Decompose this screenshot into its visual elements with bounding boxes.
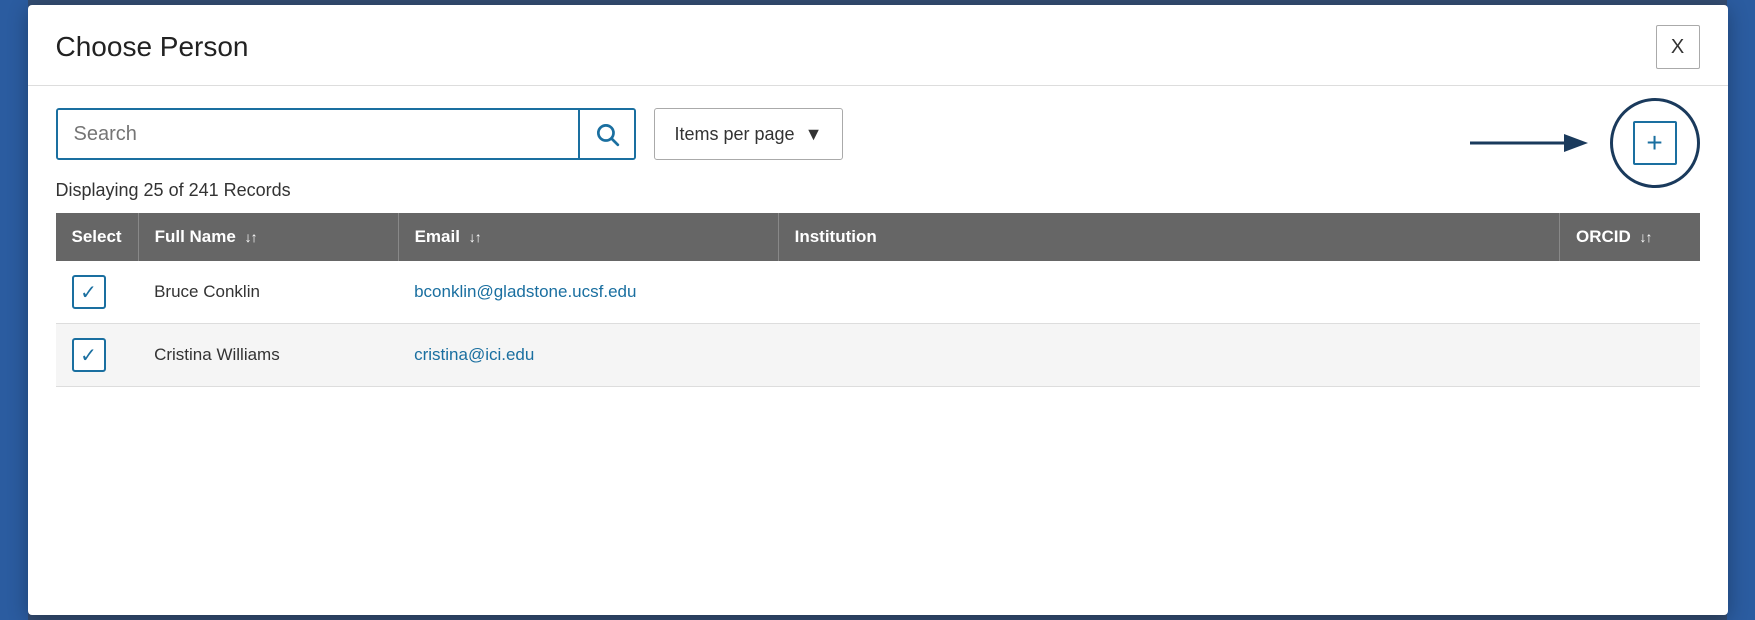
modal-overlay: Choose Person X Items per page ▼ [0,0,1755,620]
select-checkbox-0[interactable]: ✓ [72,275,106,309]
email-link-1[interactable]: cristina@ici.edu [414,345,534,364]
items-per-page-button[interactable]: Items per page ▼ [654,108,844,160]
plus-icon: + [1646,127,1662,159]
arrow-area [1470,125,1590,161]
sort-arrows-email: ↓↑ [469,229,481,245]
table-cell-email-1: cristina@ici.edu [398,324,778,387]
table-cell-orcid-0 [1560,261,1700,324]
person-table: Select Full Name ↓↑ Email ↓↑ Institution [56,213,1700,387]
search-box [56,108,636,160]
table-cell-select-1: ✓ [56,324,139,387]
sort-arrows-fullname: ↓↑ [245,229,257,245]
plus-box: + [1633,121,1677,165]
checkbox-icon-0: ✓ [80,280,97,305]
search-button[interactable] [578,110,634,158]
choose-person-modal: Choose Person X Items per page ▼ [28,5,1728,615]
modal-header: Choose Person X [28,5,1728,86]
checkbox-icon-1: ✓ [80,343,97,368]
bg-right-strip [1727,0,1755,620]
col-header-fullname[interactable]: Full Name ↓↑ [138,213,398,261]
bg-left-strip [0,0,28,620]
arrow-icon [1470,125,1590,161]
add-person-area: + [1470,98,1700,188]
close-button[interactable]: X [1656,25,1700,69]
dropdown-arrow-icon: ▼ [805,124,823,145]
email-link-0[interactable]: bconklin@gladstone.ucsf.edu [414,282,636,301]
controls-row: Items per page ▼ [56,108,1700,160]
col-header-email[interactable]: Email ↓↑ [398,213,778,261]
table-cell-fullname-1: Cristina Williams [138,324,398,387]
add-person-button[interactable]: + [1610,98,1700,188]
col-header-orcid[interactable]: ORCID ↓↑ [1560,213,1700,261]
table-cell-institution-0 [778,261,1559,324]
select-checkbox-1[interactable]: ✓ [72,338,106,372]
col-header-institution: Institution [778,213,1559,261]
modal-title: Choose Person [56,31,249,63]
table-header: Select Full Name ↓↑ Email ↓↑ Institution [56,213,1700,261]
search-icon [594,121,620,147]
table-cell-email-0: bconklin@gladstone.ucsf.edu [398,261,778,324]
table-row: ✓ Cristina Williams cristina@ici.edu [56,324,1700,387]
items-per-page-label: Items per page [675,124,795,145]
table-body: ✓ Bruce Conklin bconklin@gladstone.ucsf.… [56,261,1700,387]
sort-arrows-orcid: ↓↑ [1640,229,1652,245]
col-header-select: Select [56,213,139,261]
table-row: ✓ Bruce Conklin bconklin@gladstone.ucsf.… [56,261,1700,324]
table-cell-institution-1 [778,324,1559,387]
search-input[interactable] [58,110,578,158]
table-cell-orcid-1 [1560,324,1700,387]
modal-body: Items per page ▼ [28,86,1728,387]
displaying-records-text: Displaying 25 of 241 Records [56,180,1700,201]
table-cell-fullname-0: Bruce Conklin [138,261,398,324]
table-cell-select-0: ✓ [56,261,139,324]
